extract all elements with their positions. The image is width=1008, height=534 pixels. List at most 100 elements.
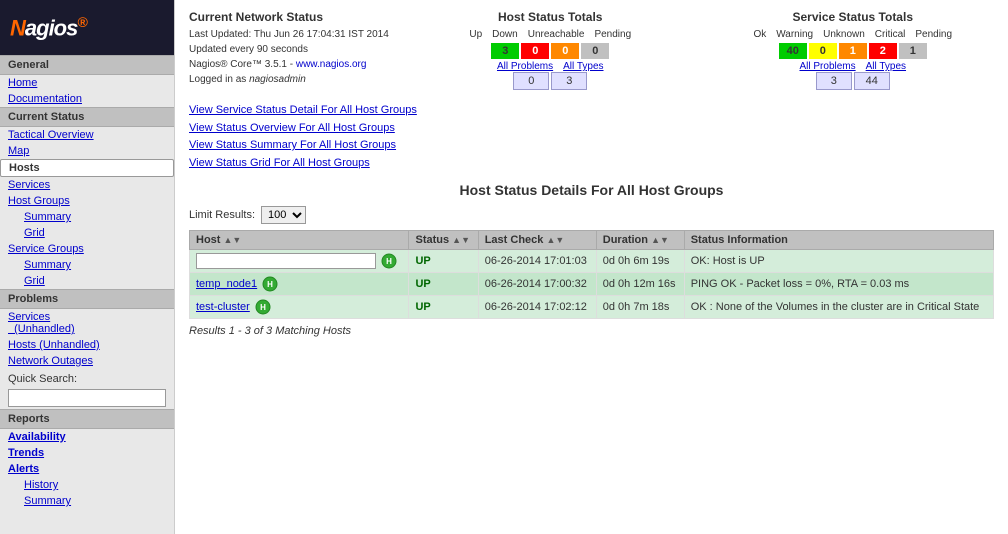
sidebar-item-host-groups[interactable]: Host Groups <box>0 193 174 209</box>
sidebar-item-hosts-unhandled[interactable]: Hosts (Unhandled) <box>0 337 174 353</box>
sidebar-item-documentation[interactable]: Documentation <box>0 91 174 107</box>
duration-sort-icon[interactable]: ▲▼ <box>651 235 669 245</box>
sidebar-item-history[interactable]: History <box>0 477 174 493</box>
host-status-totals-title: Host Status Totals <box>409 10 692 24</box>
col-last-check[interactable]: Last Check ▲▼ <box>478 231 596 250</box>
quick-link-status-overview[interactable]: View Status Overview For All Host Groups <box>189 120 994 138</box>
host-down-label: Down <box>488 28 522 41</box>
svc-all-problems-value[interactable]: 3 <box>816 72 852 90</box>
sidebar-item-service-groups-grid[interactable]: Grid <box>0 273 174 289</box>
svc-critical-value[interactable]: 2 <box>869 43 897 59</box>
quick-search-label: Quick Search: <box>0 369 174 387</box>
svc-unknown-label: Unknown <box>819 28 869 41</box>
svc-warning-value[interactable]: 0 <box>809 43 837 59</box>
sidebar-item-services-unhandled[interactable]: Services (Unhandled) <box>0 309 174 337</box>
sidebar-item-service-groups[interactable]: Service Groups <box>0 241 174 257</box>
sidebar-item-network-outages[interactable]: Network Outages <box>0 353 174 369</box>
host-all-values-row: 0 3 <box>409 72 692 90</box>
sidebar-item-map[interactable]: Map <box>0 143 174 159</box>
host-icon-1[interactable]: H <box>262 276 278 292</box>
host-unreachable-value[interactable]: 0 <box>551 43 579 59</box>
host-status-totals: Host Status Totals Up Down Unreachable P… <box>409 10 692 92</box>
svc-ok-value[interactable]: 40 <box>779 43 807 59</box>
host-icon-0[interactable]: H <box>381 253 397 269</box>
logo-area: Nagios® <box>0 0 174 55</box>
info-cell-0: OK: Host is UP <box>684 250 993 273</box>
sidebar-item-trends[interactable]: Trends <box>0 445 174 461</box>
sidebar-item-home[interactable]: Home <box>0 75 174 91</box>
col-host[interactable]: Host ▲▼ <box>190 231 409 250</box>
limit-row: Limit Results: 25 50 100 200 All <box>189 206 994 224</box>
results-text: Results 1 - 3 of 3 Matching Hosts <box>189 325 994 337</box>
svg-text:H: H <box>260 303 266 312</box>
svc-all-types-value[interactable]: 44 <box>854 72 890 90</box>
host-details-title: Host Status Details For All Host Groups <box>189 182 994 198</box>
host-link-2[interactable]: test-cluster <box>196 301 250 313</box>
host-unreachable-label: Unreachable <box>524 28 589 41</box>
duration-cell-0: 0d 0h 6m 19s <box>596 250 684 273</box>
info-cell-1: PING OK - Packet loss = 0%, RTA = 0.03 m… <box>684 273 993 296</box>
limit-select[interactable]: 25 50 100 200 All <box>261 206 306 224</box>
version-link[interactable]: www.nagios.org <box>296 59 367 70</box>
service-status-totals: Service Status Totals Ok Warning Unknown… <box>712 10 995 92</box>
nagios-logo: Nagios® <box>10 14 87 41</box>
quick-link-status-summary[interactable]: View Status Summary For All Host Groups <box>189 137 994 155</box>
sidebar-item-service-groups-summary[interactable]: Summary <box>0 257 174 273</box>
host-search-input[interactable] <box>196 253 376 269</box>
logged-in: Logged in as nagiosadmin <box>189 72 389 87</box>
host-pending-label: Pending <box>590 28 635 41</box>
quick-search-input[interactable] <box>8 389 166 407</box>
status-cell-2: UP <box>409 296 478 319</box>
info-cell-2: OK : None of the Volumes in the cluster … <box>684 296 993 319</box>
sidebar-item-alerts[interactable]: Alerts <box>0 461 174 477</box>
svg-text:H: H <box>386 257 392 266</box>
host-down-value[interactable]: 0 <box>521 43 549 59</box>
host-all-problems-value[interactable]: 0 <box>513 72 549 90</box>
table-row: H UP 06-26-2014 17:01:03 0d 0h 6m 19s OK… <box>190 250 994 273</box>
svc-all-problems-row: All Problems All Types <box>712 61 995 72</box>
sidebar-item-tactical-overview[interactable]: Tactical Overview <box>0 127 174 143</box>
host-cell-0: H <box>190 250 409 273</box>
svc-all-problems-link[interactable]: All Problems <box>799 61 855 72</box>
quick-link-status-grid[interactable]: View Status Grid For All Host Groups <box>189 155 994 173</box>
sidebar-item-services[interactable]: Services <box>0 177 174 193</box>
svc-all-values-row: 3 44 <box>712 72 995 90</box>
problems-section-header: Problems <box>0 289 174 309</box>
host-all-problems-link[interactable]: All Problems <box>497 61 553 72</box>
host-icon-2[interactable]: H <box>255 299 271 315</box>
sidebar-item-availability[interactable]: Availability <box>0 429 174 445</box>
svc-critical-label: Critical <box>871 28 910 41</box>
service-totals-labels-row: Ok Warning Unknown Critical Pending <box>712 28 995 41</box>
host-totals-labels-row: Up Down Unreachable Pending <box>409 28 692 41</box>
service-totals-values-row: 40 0 1 2 1 <box>712 43 995 59</box>
status-sort-icon[interactable]: ▲▼ <box>452 235 470 245</box>
lastcheck-sort-icon[interactable]: ▲▼ <box>546 235 564 245</box>
host-table: Host ▲▼ Status ▲▼ Last Check ▲▼ Duration… <box>189 230 994 319</box>
col-duration[interactable]: Duration ▲▼ <box>596 231 684 250</box>
quick-link-service-detail[interactable]: View Service Status Detail For All Host … <box>189 102 994 120</box>
network-status-title: Current Network Status <box>189 10 389 24</box>
host-up-label: Up <box>465 28 486 41</box>
host-totals-values-row: 3 0 0 0 <box>409 43 692 59</box>
svc-unknown-value[interactable]: 1 <box>839 43 867 59</box>
svc-warning-label: Warning <box>772 28 817 41</box>
host-up-value[interactable]: 3 <box>491 43 519 59</box>
status-cell-0: UP <box>409 250 478 273</box>
duration-cell-2: 0d 0h 7m 18s <box>596 296 684 319</box>
host-sort-icon[interactable]: ▲▼ <box>224 235 242 245</box>
sidebar-item-summary[interactable]: Summary <box>0 493 174 509</box>
host-all-types-link[interactable]: All Types <box>563 61 603 72</box>
host-cell-2: test-cluster H <box>190 296 409 319</box>
col-status[interactable]: Status ▲▼ <box>409 231 478 250</box>
host-all-problems-row: All Problems All Types <box>409 61 692 72</box>
sidebar-item-host-groups-summary[interactable]: Summary <box>0 209 174 225</box>
svc-pending-value[interactable]: 1 <box>899 43 927 59</box>
lastcheck-cell-2: 06-26-2014 17:02:12 <box>478 296 596 319</box>
host-link-1[interactable]: temp_node1 <box>196 278 257 290</box>
host-pending-value[interactable]: 0 <box>581 43 609 59</box>
host-all-types-value[interactable]: 3 <box>551 72 587 90</box>
host-cell-1: temp_node1 H <box>190 273 409 296</box>
sidebar-item-host-groups-grid[interactable]: Grid <box>0 225 174 241</box>
svc-all-types-link[interactable]: All Types <box>866 61 906 72</box>
sidebar-item-hosts[interactable]: Hosts <box>0 159 174 177</box>
